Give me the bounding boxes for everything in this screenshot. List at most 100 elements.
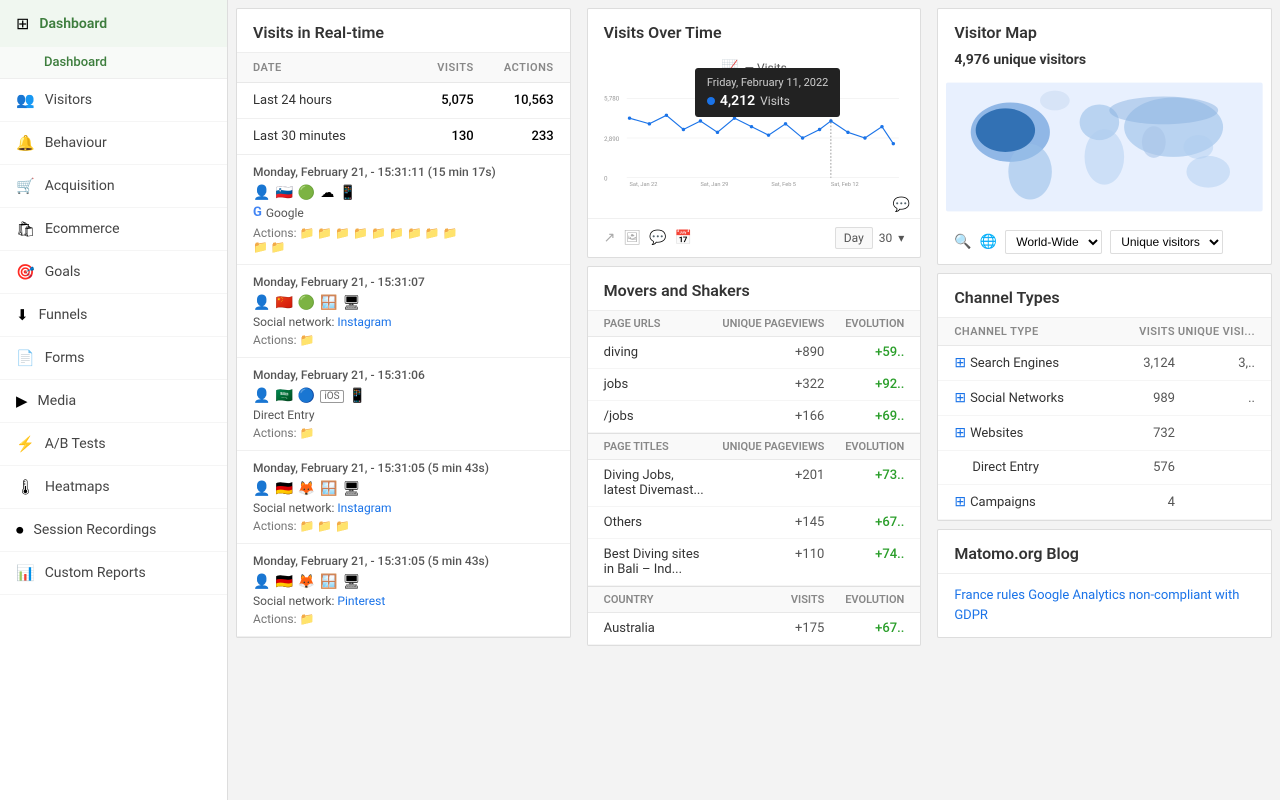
sidebar-item-media[interactable]: ▶ Media	[0, 380, 227, 423]
sidebar-item-custom-reports[interactable]: 📊 Custom Reports	[0, 552, 227, 595]
expand-search-engines[interactable]: ⊞	[954, 355, 966, 371]
mover-pv-1: +890	[704, 345, 824, 360]
movers-col3-header-3: EVOLUTION	[824, 593, 904, 606]
overtime-title: Visits Over Time	[588, 9, 921, 50]
realtime-panel: Visits in Real-time DATE VISITS ACTIONS …	[236, 8, 571, 638]
share-icon[interactable]: ↗	[604, 230, 616, 246]
sidebar-item-behaviour[interactable]: 🔔 Behaviour	[0, 122, 227, 165]
cloud-icon: ☁	[320, 185, 334, 201]
expand-websites[interactable]: ⊞	[954, 425, 966, 441]
mover-url-2: jobs	[604, 377, 705, 392]
sidebar-item-session-recordings[interactable]: ⏺ Session Recordings	[0, 509, 227, 552]
pinterest-link[interactable]: Pinterest	[337, 594, 385, 608]
behaviour-icon: 🔔	[16, 134, 35, 152]
movers-col2-header-1: UNIQUE PAGEVIEWS	[704, 317, 824, 330]
media-icon: ▶	[16, 392, 28, 410]
col-actions: ACTIONS	[474, 61, 554, 74]
visit-time-3: Monday, February 21, - 15:31:06	[253, 368, 554, 382]
sidebar-item-visitors[interactable]: 👥 Visitors	[0, 79, 227, 122]
sidebar-item-ecommerce[interactable]: 🛍 Ecommerce	[0, 208, 227, 251]
sidebar-item-abtests[interactable]: ⚡ A/B Tests	[0, 423, 227, 466]
chart-tooltip: Friday, February 11, 2022 4,212 Visits	[695, 68, 840, 117]
sidebar-label: Dashboard	[39, 16, 107, 32]
channel-types-title: Channel Types	[938, 274, 1271, 318]
map-search-icon[interactable]: 🔍	[954, 234, 971, 250]
blog-panel: Matomo.org Blog France rules Google Anal…	[937, 529, 1272, 638]
mover-country-pv-1: +175	[704, 621, 824, 636]
blog-title: Matomo.org Blog	[938, 530, 1271, 574]
channel-type-1: Search Engines	[970, 356, 1059, 371]
visit-block-2: Monday, February 21, - 15:31:07 👤 🇨🇳 🟢 🪟…	[237, 265, 570, 358]
sidebar: ⊞ Dashboard Dashboard 👥 Visitors 🔔 Behav…	[0, 0, 228, 800]
windows-icon: 🪟	[320, 295, 337, 311]
sidebar-item-dashboard[interactable]: ⊞ Dashboard	[0, 0, 227, 47]
flag-si: 🇸🇮	[275, 185, 292, 201]
svg-text:2,890: 2,890	[604, 135, 620, 143]
flag-de: 🇩🇪	[275, 481, 292, 497]
mover-pv-3: +166	[704, 409, 824, 424]
expand-campaigns[interactable]: ⊞	[954, 494, 966, 510]
visitormap-title: Visitor Map	[938, 9, 1271, 48]
period-label[interactable]: Day	[835, 227, 873, 249]
safari-icon: 🔵	[298, 388, 315, 404]
mover-title-pv-3: +110	[704, 547, 824, 577]
map-metric-select[interactable]: Unique visitors	[1110, 230, 1223, 254]
image-icon[interactable]: 🖼	[623, 230, 641, 246]
row-24h-visits: 5,075	[404, 93, 474, 108]
channel-type-5: Campaigns	[970, 495, 1036, 510]
row-24h-actions: 10,563	[474, 93, 554, 108]
movers-col1-header-3: COUNTRY	[604, 593, 705, 606]
instagram-link-1[interactable]: Instagram	[337, 315, 391, 329]
overtime-panel: Visits Over Time 📈 — Visits 5,780 2,890 …	[587, 8, 922, 258]
dashboard-icon: ⊞	[16, 14, 29, 33]
mobile-icon: 📱	[339, 185, 356, 201]
sidebar-item-goals[interactable]: 🎯 Goals	[0, 251, 227, 294]
range-dropdown[interactable]: ▾	[898, 231, 904, 245]
blog-link[interactable]: France rules Google Analytics non-compli…	[938, 574, 1271, 637]
mover-url-1: diving	[604, 345, 705, 360]
channel-type-4: Direct Entry	[954, 460, 1095, 475]
channel-unique-1: 3,..	[1175, 356, 1255, 371]
calendar-icon[interactable]: 📅	[675, 230, 692, 246]
instagram-link-2[interactable]: Instagram	[337, 501, 391, 515]
row-30m-label: Last 30 minutes	[253, 129, 404, 144]
visit-time-1: Monday, February 21, - 15:31:11 (15 min …	[253, 165, 554, 179]
sidebar-item-forms[interactable]: 📄 Forms	[0, 337, 227, 380]
ecommerce-icon: 🛍	[16, 220, 35, 238]
sidebar-sub-dashboard[interactable]: Dashboard	[0, 47, 227, 79]
desktop-icon-2: 🖥	[343, 481, 361, 497]
comment-icon[interactable]: 💬	[893, 197, 910, 213]
goals-icon: 🎯	[16, 263, 35, 281]
sidebar-item-acquisition[interactable]: 🛒 Acquisition	[0, 165, 227, 208]
visit-user-icon-5: 👤	[253, 574, 270, 590]
acquisition-icon: 🛒	[16, 177, 35, 195]
heatmaps-icon: 🌡	[16, 478, 35, 496]
row-30m-actions: 233	[474, 129, 554, 144]
tooltip-visits: 4,212	[720, 93, 755, 109]
sidebar-item-funnels[interactable]: ⬇ Funnels	[0, 294, 227, 337]
expand-social-networks[interactable]: ⊞	[954, 390, 966, 406]
world-map-svg	[946, 72, 1263, 222]
movers-col3-header-1: EVOLUTION	[824, 317, 904, 330]
visit-block-1: Monday, February 21, - 15:31:11 (15 min …	[237, 155, 570, 265]
comment-btn-icon[interactable]: 💬	[649, 230, 666, 246]
tooltip-date: Friday, February 11, 2022	[707, 76, 828, 89]
mover-title-ev-3: +74..	[824, 547, 904, 577]
firefox-icon: 🦊	[298, 481, 315, 497]
ios-label: iOS	[320, 390, 343, 403]
custom-reports-icon: 📊	[16, 564, 35, 582]
svg-text:0: 0	[604, 175, 608, 183]
map-region-select[interactable]: World-Wide	[1005, 230, 1102, 254]
map-globe-icon[interactable]: 🌐	[980, 234, 997, 250]
visit-user-icon: 👤	[253, 185, 270, 201]
channel-visits-3: 732	[1095, 426, 1175, 441]
flag-cn: 🇨🇳	[275, 295, 292, 311]
sidebar-item-heatmaps[interactable]: 🌡 Heatmaps	[0, 466, 227, 509]
movers-panel: Movers and Shakers PAGE URLS UNIQUE PAGE…	[587, 266, 922, 646]
channel-visits-4: 576	[1095, 460, 1175, 475]
movers-col1-header-1: PAGE URLS	[604, 317, 705, 330]
mover-title-2: Others	[604, 515, 705, 530]
channel-type-2: Social Networks	[970, 391, 1064, 406]
flag-de-2: 🇩🇪	[275, 574, 292, 590]
channel-col3: UNIQUE VISI...	[1175, 325, 1255, 338]
